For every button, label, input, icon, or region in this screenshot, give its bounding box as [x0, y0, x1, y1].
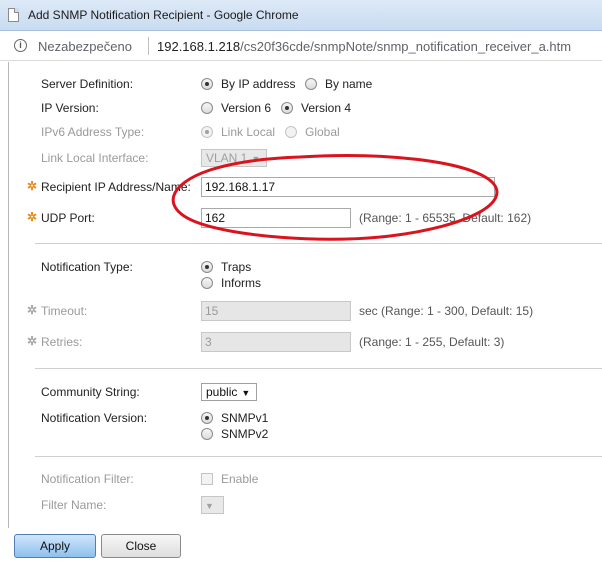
radio-informs[interactable]: [201, 277, 213, 289]
timeout-input: 15: [201, 301, 351, 321]
document-icon: [8, 8, 19, 22]
option-by-ip-address: By IP address: [221, 77, 296, 91]
radio-global: [285, 126, 297, 138]
notification-type-label: Notification Type:: [41, 260, 133, 274]
filter-name-select: ▼: [201, 496, 224, 514]
info-icon[interactable]: i: [14, 39, 27, 52]
timeout-label: Timeout:: [41, 304, 88, 318]
section-divider: [35, 368, 602, 369]
section-divider: [35, 243, 602, 244]
window-titlebar: Add SNMP Notification Recipient - Google…: [0, 0, 602, 31]
enable-filter-checkbox: [201, 473, 213, 485]
option-by-name: By name: [325, 77, 373, 91]
udp-port-hint: (Range: 1 - 65535, Default: 162): [359, 211, 532, 225]
retries-hint: (Range: 1 - 255, Default: 3): [359, 335, 505, 349]
address-bar[interactable]: i Nezabezpečeno 192.168.1.218/cs20f36cde…: [0, 31, 602, 61]
filter-name-label: Filter Name:: [41, 498, 107, 512]
option-snmpv1: SNMPv1: [221, 411, 269, 425]
timeout-hint: sec (Range: 1 - 300, Default: 15): [359, 304, 534, 318]
url-host: 192.168.1.218: [157, 39, 241, 54]
window-title: Add SNMP Notification Recipient - Google…: [28, 8, 299, 22]
section-divider: [35, 456, 602, 457]
required-icon: ✲: [26, 303, 38, 317]
option-version-4: Version 4: [301, 101, 352, 115]
ipv6-address-type-label: IPv6 Address Type:: [41, 125, 145, 139]
radio-snmpv1[interactable]: [201, 412, 213, 424]
option-link-local: Link Local: [221, 125, 276, 139]
chevron-down-icon: ▼: [241, 388, 251, 398]
chevron-down-icon: ▼: [205, 501, 214, 511]
recipient-ip-label: Recipient IP Address/Name:: [41, 180, 191, 194]
link-local-interface-select: VLAN 1 ▼: [201, 149, 267, 167]
udp-port-input[interactable]: 162: [201, 208, 351, 228]
notification-version-label: Notification Version:: [41, 411, 148, 425]
link-local-interface-label: Link Local Interface:: [41, 151, 149, 165]
option-global: Global: [305, 125, 340, 139]
ip-version-label: IP Version:: [41, 101, 99, 115]
community-string-label: Community String:: [41, 385, 140, 399]
option-informs: Informs: [221, 276, 262, 290]
option-traps: Traps: [221, 260, 252, 274]
radio-snmpv2[interactable]: [201, 428, 213, 440]
security-status[interactable]: Nezabezpečeno: [38, 39, 132, 54]
community-string-value: public: [206, 385, 238, 399]
url-text[interactable]: 192.168.1.218/cs20f36cde/snmpNote/snmp_n…: [157, 39, 571, 54]
radio-by-ip-address[interactable]: [201, 78, 213, 90]
retries-input: 3: [201, 332, 351, 352]
radio-version-6[interactable]: [201, 102, 213, 114]
form-area: Server Definition: By IP address By name…: [8, 62, 602, 528]
radio-version-4[interactable]: [281, 102, 293, 114]
retries-label: Retries:: [41, 335, 83, 349]
radio-traps[interactable]: [201, 261, 213, 273]
server-definition-label: Server Definition:: [41, 77, 134, 91]
link-local-interface-value: VLAN 1: [206, 151, 248, 165]
required-icon: ✲: [26, 179, 38, 193]
radio-by-name[interactable]: [305, 78, 317, 90]
apply-button[interactable]: Apply: [14, 534, 96, 558]
close-button[interactable]: Close: [101, 534, 181, 558]
udp-port-label: UDP Port:: [41, 211, 95, 225]
enable-filter-label: Enable: [221, 472, 259, 486]
community-string-select[interactable]: public ▼: [201, 383, 257, 401]
url-path: /cs20f36cde/snmpNote/snmp_notification_r…: [240, 39, 572, 54]
option-snmpv2: SNMPv2: [221, 427, 269, 441]
option-version-6: Version 6: [221, 101, 272, 115]
required-icon: ✲: [26, 334, 38, 348]
required-icon: ✲: [26, 210, 38, 224]
recipient-ip-input[interactable]: 192.168.1.17: [201, 177, 495, 197]
address-separator: [148, 37, 149, 55]
radio-link-local: [201, 126, 213, 138]
chevron-down-icon: ▼: [251, 154, 261, 164]
notification-filter-label: Notification Filter:: [41, 472, 134, 486]
